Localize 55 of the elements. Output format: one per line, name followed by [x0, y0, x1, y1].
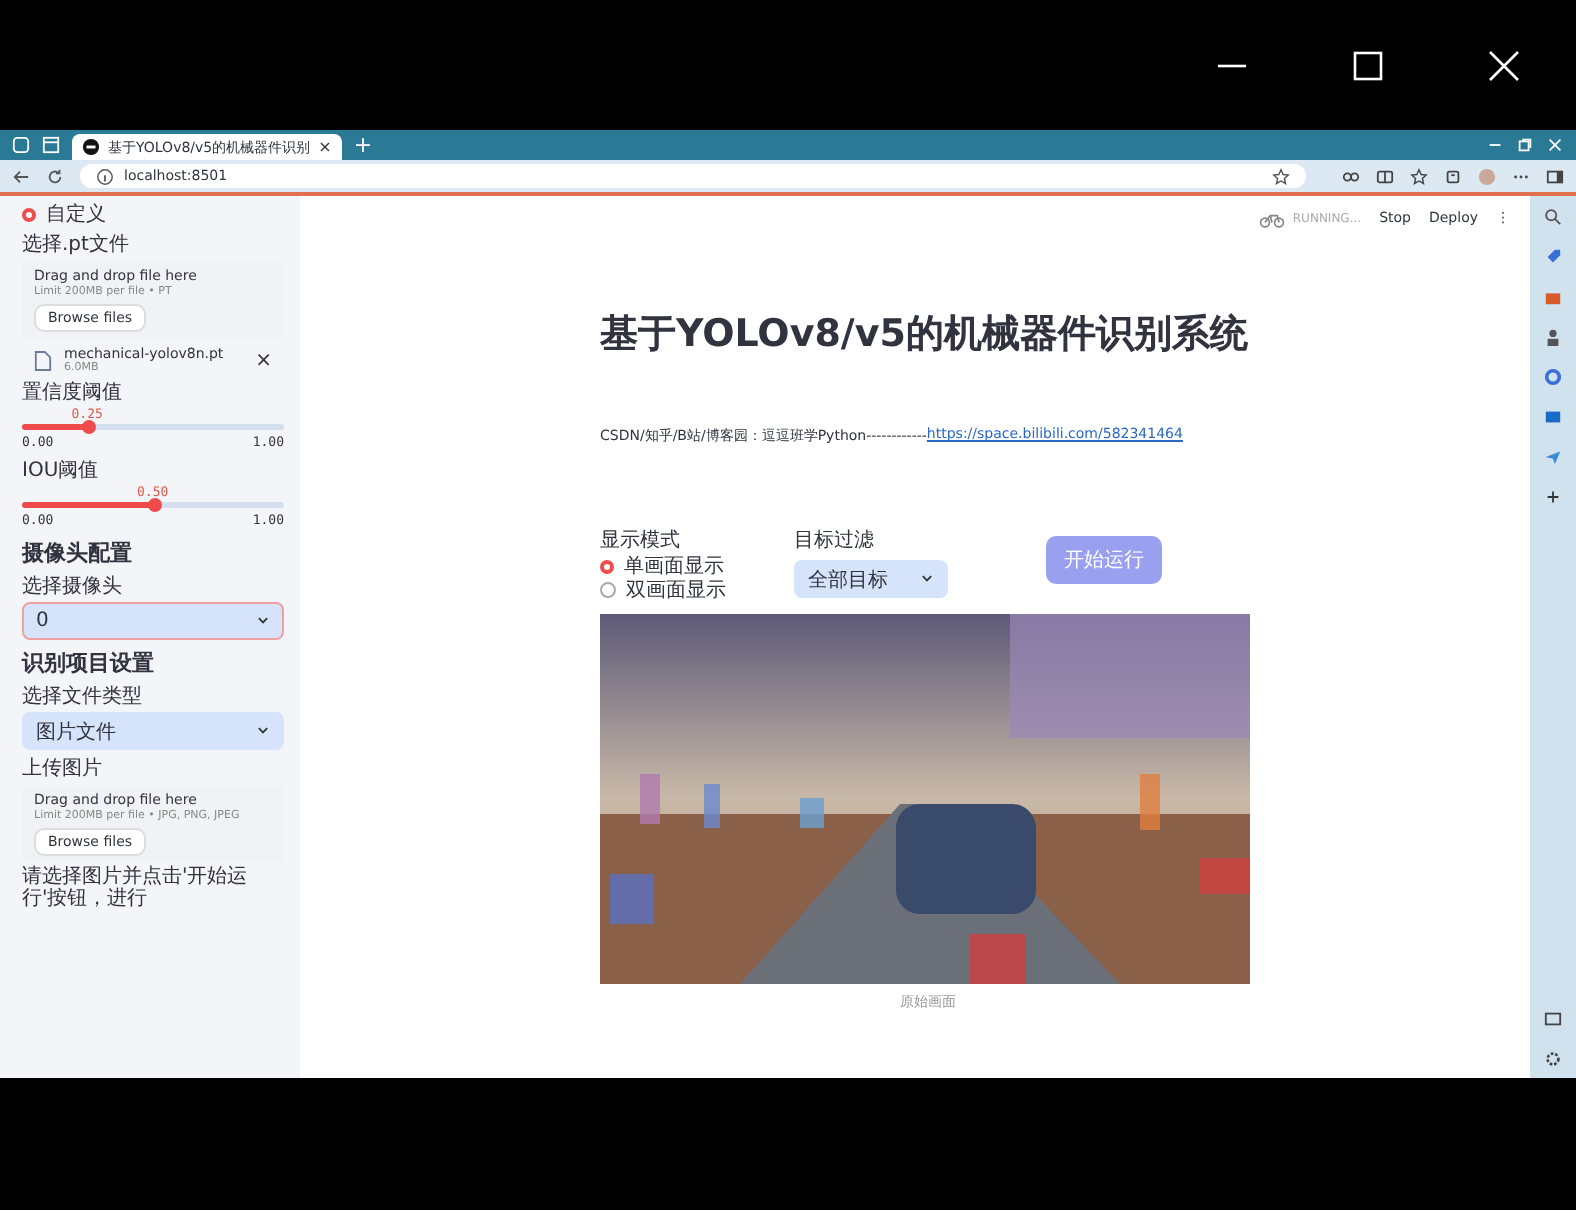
chevron-icon — [256, 616, 270, 626]
search-icon[interactable] — [1544, 208, 1562, 226]
field-label: 上传图片 — [22, 755, 104, 782]
back-icon[interactable] — [12, 167, 30, 185]
field-label: 选择摄像头 — [22, 573, 124, 600]
field-label: 显示模式 — [600, 527, 682, 554]
field-label: 选择.pt文件 — [22, 231, 131, 258]
chevron-icon — [920, 574, 934, 584]
field-label: 目标过滤 — [794, 527, 876, 554]
page-title: 基于YOLOv8/v5的机械器件识别系统 — [600, 310, 1248, 360]
field-label: 选择文件类型 — [22, 683, 144, 710]
chevron-icon — [256, 726, 270, 736]
target-filter-select[interactable]: 全部目标 — [794, 560, 948, 598]
person-icon[interactable] — [1544, 328, 1562, 346]
slider-label: IOU阈值 — [22, 458, 101, 484]
remove-file-button[interactable]: × — [255, 349, 272, 371]
tab-close[interactable]: × — [318, 138, 332, 156]
slider-thumb[interactable] — [147, 498, 161, 512]
slider-track[interactable] — [22, 502, 284, 508]
bicycle-icon — [1258, 209, 1287, 227]
star-icon[interactable] — [1272, 167, 1290, 185]
file-icon — [34, 349, 52, 371]
screen-icon[interactable] — [1544, 1010, 1562, 1028]
radio-button[interactable] — [22, 207, 36, 221]
slider-label: 置信度阈值 — [22, 379, 124, 406]
camera-select[interactable]: 0 — [22, 602, 284, 640]
file-type-select[interactable]: 图片文件 — [22, 712, 284, 750]
hint-text: 请选择图片并点击'开始运行'按钮，进行 — [22, 866, 250, 910]
radio-label: 自定义 — [46, 201, 106, 228]
radio-label: 单画面显示 — [624, 553, 724, 580]
tab-actions-icon[interactable] — [42, 136, 60, 154]
slider-thumb[interactable] — [81, 420, 96, 434]
favorites-icon[interactable] — [1410, 167, 1428, 185]
split-screen-icon[interactable] — [1376, 167, 1394, 185]
close-icon[interactable] — [1488, 49, 1520, 81]
send-icon[interactable] — [1544, 448, 1562, 466]
sidebar-toggle-icon[interactable] — [1546, 167, 1564, 185]
refresh-icon[interactable] — [46, 167, 64, 185]
settings-icon[interactable] — [1544, 1050, 1562, 1068]
maximize-icon[interactable] — [1352, 49, 1384, 81]
extension-icon[interactable] — [1342, 167, 1360, 185]
add-icon[interactable] — [1544, 488, 1562, 506]
restore-icon[interactable] — [1516, 136, 1534, 154]
radio-button[interactable] — [600, 559, 614, 573]
info-icon — [96, 167, 114, 185]
slider-track[interactable] — [22, 424, 284, 430]
site-icon — [82, 138, 100, 156]
radio-label: 双画面显示 — [626, 578, 726, 604]
section-heading: 识别项目设置 — [22, 648, 156, 678]
collections-icon[interactable] — [1444, 167, 1462, 185]
new-tab-button[interactable]: + — [353, 134, 373, 156]
radio-button[interactable] — [600, 582, 616, 598]
workspaces-icon[interactable] — [12, 136, 30, 154]
tag-icon[interactable] — [1544, 248, 1562, 266]
section-heading: 摄像头配置 — [22, 538, 134, 568]
